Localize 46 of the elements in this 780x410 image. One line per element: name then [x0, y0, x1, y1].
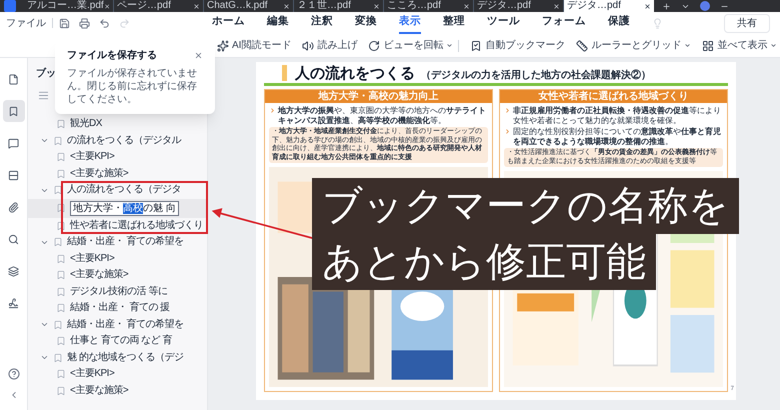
toolbar-button[interactable]: 並べて表示 — [702, 38, 778, 53]
caption-text: あとから修正可能 — [312, 234, 656, 290]
bookmark-item[interactable]: <主要KPI> — [70, 152, 114, 162]
bookmark-item[interactable]: 仕事と 育ての両 など 育 — [70, 336, 172, 346]
menu-tab[interactable]: 変換 — [355, 12, 377, 34]
bullet-text: 固定的な性別役割分担等についての意識改革や仕事と育児を両立できるような職場環境の整備の推進。 — [513, 127, 722, 146]
bookmark-item[interactable]: <主要な施策> — [70, 386, 128, 396]
document-tab[interactable]: デジタ…pdf — [564, 0, 654, 12]
file-menu[interactable]: ファイル — [6, 16, 46, 30]
bullet-text: 非正規雇用労働者の正社員転換・待遇改善の促進等により女性や若者にとって魅力的な就業環境を確保。 — [513, 106, 722, 125]
menu-tab[interactable]: 整理 — [443, 12, 465, 34]
bookmark-item[interactable]: の流れをつくる（デジタル — [67, 136, 181, 146]
column-heading: 地方大学・高校の魅力向上 — [265, 90, 492, 103]
bookmark-item[interactable]: <主要KPI> — [70, 254, 114, 264]
bookmark-item[interactable]: 性や若者に選ばれる地域づくり — [70, 220, 203, 231]
bookmark-item[interactable]: 結婚・出産・ 育ての 援 — [70, 303, 170, 314]
caption-text: ブックマークの名称を — [312, 178, 739, 234]
toolbar-button[interactable]: ビューを回転 — [368, 38, 454, 53]
bookmark-item[interactable]: 魅 的な地域をつくる（デジ — [67, 352, 184, 363]
popup-message: ファイルが保存されていません。閉じる前に忘れずに保存してください。 — [67, 67, 198, 106]
menu-tab[interactable]: ツール — [487, 12, 520, 34]
menu-tab[interactable]: 保護 — [608, 12, 630, 34]
popup-title: ファイルを保存する — [67, 48, 157, 63]
bookmark-item[interactable]: <主要な施策> — [70, 270, 128, 280]
bookmark-item[interactable]: 観光DX — [70, 119, 102, 130]
toolbar-button[interactable]: AI閲読モード — [217, 38, 292, 53]
bookmark-item[interactable]: 結婚・出産・ 育ての希望を — [67, 237, 184, 248]
bullet-text: 地方大学の振興や、東京圏の大学等の地方へのサテライトキャンパス設置推進、高等学校の機能強化等。 — [278, 106, 487, 125]
menu-tab[interactable]: フォーム — [542, 12, 586, 34]
menu-tab[interactable]: 注釈 — [311, 12, 333, 34]
page-subtitle: （デジタルの力を活用した地方の社会課題解決②） — [421, 71, 651, 81]
bookmark-item[interactable]: <主要な施策> — [70, 168, 128, 179]
toolbar-button[interactable]: 自動ブックマーク — [470, 38, 566, 53]
bookmark-item[interactable]: デジタル技術の活 等に — [70, 286, 168, 297]
bookmark-item[interactable]: 人の流れをつくる（デジタ — [67, 185, 181, 196]
toolbar-button[interactable]: ルーラーとグリッド — [576, 38, 692, 53]
rename-field[interactable]: 地方大学・高校の魅 向 — [70, 200, 179, 216]
menu-tab[interactable]: ホーム — [212, 12, 245, 34]
page-title: 人の流れをつくる — [295, 66, 415, 81]
menu-tab[interactable]: 編集 — [267, 12, 289, 34]
panel-title: ブッ — [36, 66, 56, 80]
share-button[interactable]: 共有 — [724, 14, 770, 32]
column-heading: 女性や若者に選ばれる地域づくり — [500, 90, 727, 103]
bookmark-item[interactable]: 結婚・出産・ 育ての希望を — [67, 320, 184, 330]
bookmark-item[interactable]: <主要KPI> — [70, 369, 114, 380]
toolbar-button[interactable]: 読み上げ — [302, 38, 358, 53]
